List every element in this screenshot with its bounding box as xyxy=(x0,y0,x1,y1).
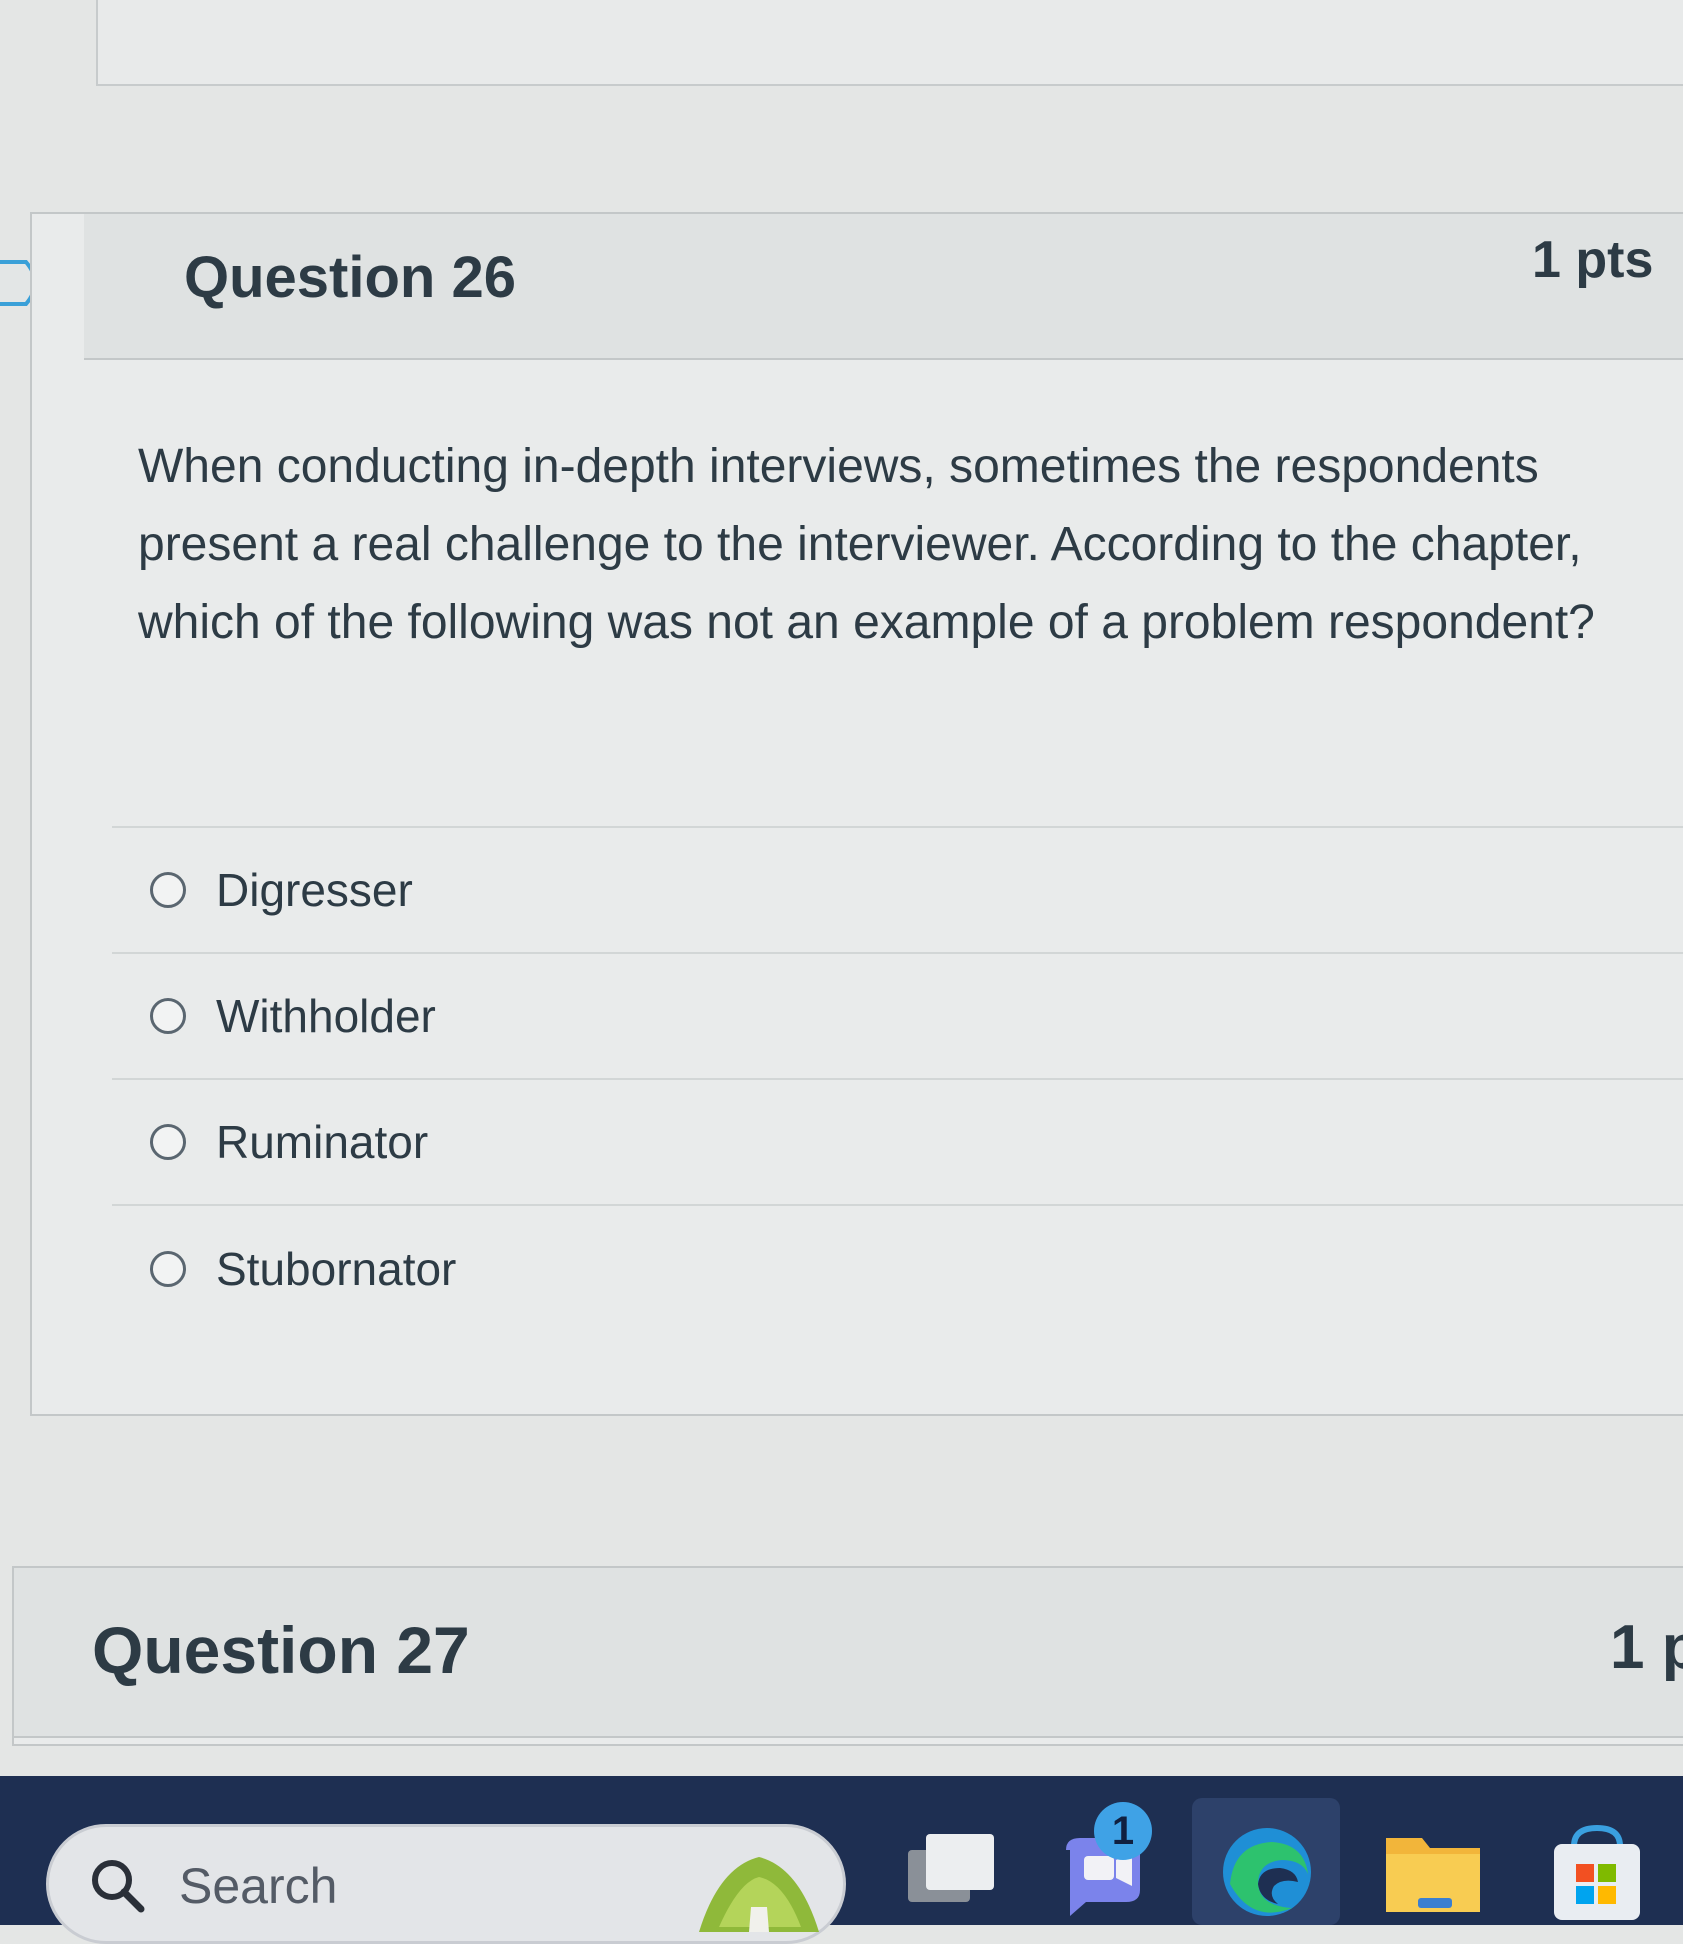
task-view-icon xyxy=(908,1834,994,1902)
previous-question-card xyxy=(96,0,1683,86)
search-icon xyxy=(92,1860,145,1913)
question-text: When conducting in-depth interviews, som… xyxy=(138,440,1595,649)
question-header: Question 27 1 p xyxy=(14,1568,1683,1738)
answer-option-digresser[interactable]: Digresser xyxy=(112,828,1683,954)
answer-option-ruminator[interactable]: Ruminator xyxy=(112,1080,1683,1206)
taskbar-search-box[interactable]: Search xyxy=(46,1824,846,1944)
question-title: Question 27 xyxy=(92,1613,470,1687)
notification-badge: 1 xyxy=(1094,1802,1152,1860)
microsoft-store-icon xyxy=(1554,1824,1640,1920)
task-view-button[interactable] xyxy=(896,1820,1006,1925)
edge-icon xyxy=(1223,1828,1311,1916)
radio-button[interactable] xyxy=(150,1124,186,1160)
question-card-27: Question 27 1 p xyxy=(12,1566,1683,1746)
windows-taskbar: Search 1 xyxy=(0,1776,1683,1944)
answer-option-withholder[interactable]: Withholder xyxy=(112,954,1683,1080)
question-card-26: Question 26 1 pts When conducting in-dep… xyxy=(30,212,1683,1416)
question-points: 1 pts xyxy=(1532,231,1654,289)
question-points: 1 p xyxy=(1610,1613,1683,1682)
edge-button[interactable] xyxy=(1212,1820,1322,1925)
search-placeholder: Search xyxy=(179,1858,338,1914)
answer-label: Ruminator xyxy=(216,1116,429,1168)
answer-list: Digresser Withholder Ruminator Stubornat… xyxy=(112,826,1683,1332)
question-header: Question 26 1 pts xyxy=(84,214,1683,360)
answer-label: Digresser xyxy=(216,864,413,916)
question-title: Question 26 xyxy=(184,245,516,310)
file-explorer-button[interactable] xyxy=(1378,1820,1488,1925)
radio-button[interactable] xyxy=(150,872,186,908)
microsoft-store-button[interactable] xyxy=(1542,1820,1652,1925)
radio-button[interactable] xyxy=(150,998,186,1034)
answer-label: Stubornator xyxy=(216,1243,457,1295)
radio-button[interactable] xyxy=(150,1251,186,1287)
answer-label: Withholder xyxy=(216,990,436,1042)
file-explorer-icon xyxy=(1386,1838,1480,1912)
answer-option-stubornator[interactable]: Stubornator xyxy=(112,1206,1683,1332)
search-highlight-icon xyxy=(699,1857,819,1932)
